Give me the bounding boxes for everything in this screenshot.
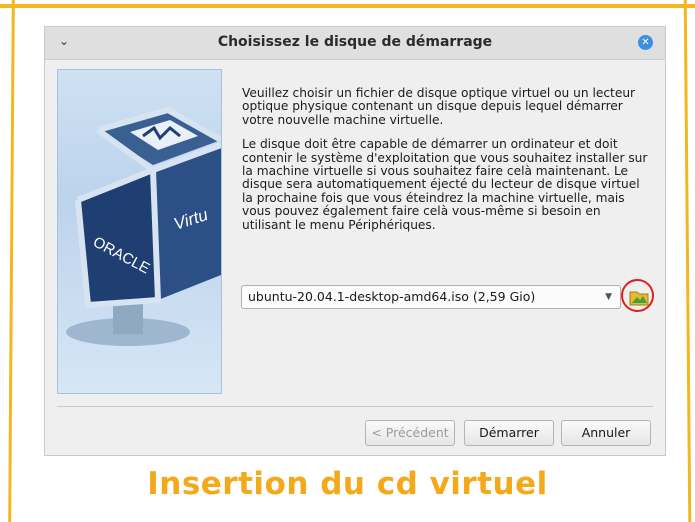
- frame-top-border: [0, 4, 695, 8]
- caption-title: Insertion du cd virtuel: [147, 466, 548, 502]
- dropdown-arrow-icon[interactable]: ▼: [605, 286, 612, 308]
- dialog-titlebar: ⌄ Choisissez le disque de démarrage ✕: [45, 27, 665, 60]
- description-paragraph-2: Le disque doit être capable de démarrer …: [242, 137, 648, 232]
- dialog-description: Veuillez choisir un fichier de disque op…: [242, 86, 650, 243]
- cancel-button[interactable]: Annuler: [561, 420, 651, 446]
- disk-image-select[interactable]: ubuntu-20.04.1-desktop-amd64.iso (2,59 G…: [241, 285, 621, 309]
- dialog-divider: [57, 406, 653, 407]
- dialog-title: Choisissez le disque de démarrage: [217, 34, 493, 50]
- highlight-circle: [621, 279, 654, 312]
- frame-left-border: [8, 0, 15, 522]
- start-button[interactable]: Démarrer: [464, 420, 554, 446]
- frame-right-border: [683, 0, 692, 522]
- virtualbox-cube-logo: ORACLE Virtu: [66, 106, 221, 346]
- selected-iso-value: ubuntu-20.04.1-desktop-amd64.iso (2,59 G…: [248, 289, 536, 304]
- virtualbox-illustration: ORACLE Virtu: [57, 69, 222, 394]
- description-paragraph-1: Veuillez choisir un fichier de disque op…: [242, 86, 636, 127]
- previous-button[interactable]: < Précédent: [365, 420, 455, 446]
- boot-disk-dialog: ⌄ Choisissez le disque de démarrage ✕ OR…: [44, 26, 666, 456]
- close-icon[interactable]: ✕: [638, 35, 653, 50]
